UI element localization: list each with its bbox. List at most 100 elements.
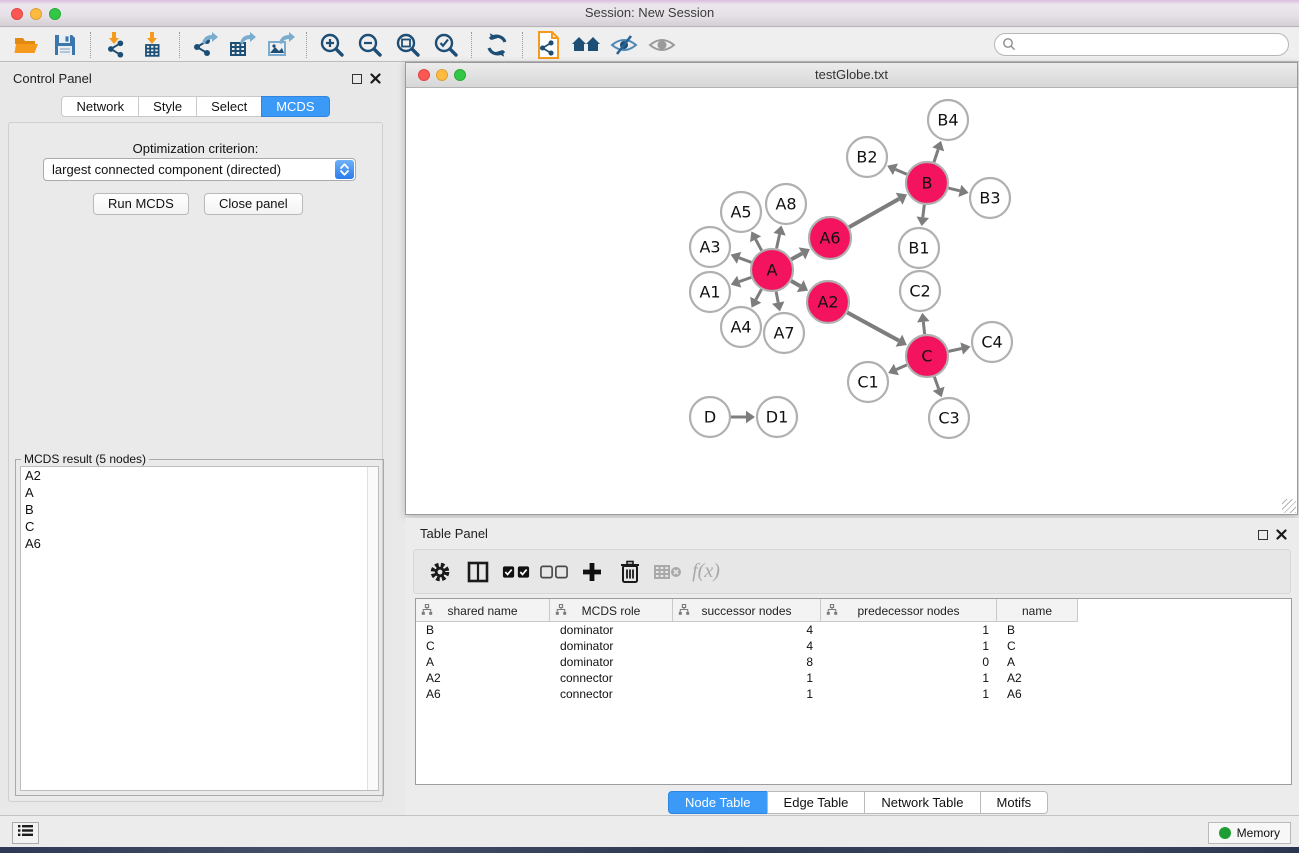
save-session-icon[interactable] bbox=[46, 30, 84, 60]
window-resize-grip[interactable] bbox=[1282, 499, 1296, 513]
select-all-rows-icon[interactable] bbox=[502, 558, 530, 586]
mcds-result-item[interactable]: A2 bbox=[21, 467, 378, 484]
float-table-panel-icon[interactable] bbox=[1258, 527, 1268, 545]
column-header-predecessor-nodes[interactable]: predecessor nodes bbox=[821, 599, 997, 622]
node-A[interactable]: A bbox=[751, 249, 793, 291]
node-D[interactable]: D bbox=[690, 397, 730, 437]
table-row[interactable]: A2connector11A2 bbox=[416, 670, 1291, 686]
edge-A-A2[interactable] bbox=[791, 280, 808, 292]
node-C3[interactable]: C3 bbox=[929, 398, 969, 438]
edge-A-A1[interactable] bbox=[731, 276, 752, 288]
network-minimize-button[interactable] bbox=[436, 69, 448, 81]
tab-network-table[interactable]: Network Table bbox=[864, 791, 979, 814]
export-image-icon[interactable] bbox=[262, 30, 300, 60]
node-C1[interactable]: C1 bbox=[848, 362, 888, 402]
memory-button[interactable]: Memory bbox=[1208, 822, 1291, 844]
minimize-window-button[interactable] bbox=[30, 8, 42, 20]
edge-B-B2[interactable] bbox=[887, 164, 907, 176]
task-history-button[interactable] bbox=[12, 822, 39, 844]
tab-node-table[interactable]: Node Table bbox=[668, 791, 767, 814]
edge-A-A8[interactable] bbox=[773, 226, 785, 249]
table-settings-gear-icon[interactable] bbox=[426, 558, 454, 586]
node-A7[interactable]: A7 bbox=[764, 313, 804, 353]
edge-A-A3[interactable] bbox=[731, 252, 752, 264]
zoom-selected-icon[interactable] bbox=[427, 30, 465, 60]
edge-C-C4[interactable] bbox=[949, 342, 971, 354]
open-folder-icon[interactable] bbox=[8, 30, 46, 60]
node-A8[interactable]: A8 bbox=[766, 184, 806, 224]
edge-A-A7[interactable] bbox=[772, 292, 784, 312]
tab-style[interactable]: Style bbox=[138, 96, 196, 117]
table-row[interactable]: A6connector11A6 bbox=[416, 686, 1291, 702]
column-header-shared-name[interactable]: shared name bbox=[416, 599, 550, 622]
float-panel-icon[interactable] bbox=[352, 71, 362, 89]
node-A6[interactable]: A6 bbox=[809, 217, 851, 259]
mcds-result-item[interactable]: A bbox=[21, 484, 378, 501]
node-B[interactable]: B bbox=[906, 162, 948, 204]
edge-A2-C[interactable] bbox=[847, 313, 906, 347]
node-A4[interactable]: A4 bbox=[721, 307, 761, 347]
edge-C-C3[interactable] bbox=[933, 377, 945, 398]
zoom-out-icon[interactable] bbox=[351, 30, 389, 60]
node-table[interactable]: shared name MCDS role successor nodes pr… bbox=[415, 598, 1292, 785]
edge-B-B4[interactable] bbox=[932, 141, 944, 162]
tab-select[interactable]: Select bbox=[196, 96, 261, 117]
edge-B-B1[interactable] bbox=[917, 205, 930, 226]
deselect-all-rows-icon[interactable] bbox=[540, 558, 568, 586]
edge-A-A6[interactable] bbox=[791, 247, 810, 259]
close-panel-button[interactable]: Close panel bbox=[204, 193, 303, 215]
node-C4[interactable]: C4 bbox=[972, 322, 1012, 362]
import-network-icon[interactable] bbox=[97, 30, 135, 60]
close-panel-icon[interactable] bbox=[370, 71, 381, 89]
mcds-result-list[interactable]: A2ABCA6 bbox=[20, 466, 379, 791]
column-header-MCDS-role[interactable]: MCDS role bbox=[550, 599, 673, 622]
edge-C-C2[interactable] bbox=[917, 313, 930, 334]
mcds-result-item[interactable]: B bbox=[21, 501, 378, 518]
node-A5[interactable]: A5 bbox=[721, 192, 761, 232]
close-window-button[interactable] bbox=[11, 8, 23, 20]
tab-edge-table[interactable]: Edge Table bbox=[767, 791, 865, 814]
node-C2[interactable]: C2 bbox=[900, 271, 940, 311]
refresh-icon[interactable] bbox=[478, 30, 516, 60]
edge-A-A5[interactable] bbox=[750, 231, 762, 250]
node-B2[interactable]: B2 bbox=[847, 137, 887, 177]
show-columns-icon[interactable] bbox=[464, 558, 492, 586]
mcds-result-item[interactable]: A6 bbox=[21, 535, 378, 552]
column-header-name[interactable]: name bbox=[997, 599, 1078, 622]
network-canvas[interactable]: B4B2BB3A8A5A6A3B1AA1C2A2A4A7C4CC1C3DD1 bbox=[407, 88, 1296, 513]
edge-D-D1[interactable] bbox=[731, 411, 755, 424]
table-row[interactable]: Cdominator41C bbox=[416, 638, 1291, 654]
tab-mcds[interactable]: MCDS bbox=[261, 96, 329, 117]
open-session-file-icon[interactable] bbox=[529, 30, 567, 60]
node-A2[interactable]: A2 bbox=[807, 281, 849, 323]
node-C[interactable]: C bbox=[906, 335, 948, 377]
network-zoom-button[interactable] bbox=[454, 69, 466, 81]
edge-C-C1[interactable] bbox=[888, 364, 907, 376]
edge-A-A4[interactable] bbox=[750, 289, 761, 307]
tab-motifs[interactable]: Motifs bbox=[980, 791, 1049, 814]
import-table-icon[interactable] bbox=[135, 30, 173, 60]
home-network-icon[interactable] bbox=[567, 30, 605, 60]
node-B1[interactable]: B1 bbox=[899, 228, 939, 268]
zoom-in-icon[interactable] bbox=[313, 30, 351, 60]
edge-A6-B[interactable] bbox=[849, 193, 907, 227]
table-row[interactable]: Adominator80A bbox=[416, 654, 1291, 670]
close-table-panel-icon[interactable] bbox=[1276, 527, 1287, 545]
mcds-list-scrollbar[interactable] bbox=[367, 467, 378, 790]
edge-B-B3[interactable] bbox=[948, 185, 968, 197]
node-D1[interactable]: D1 bbox=[757, 397, 797, 437]
search-input[interactable] bbox=[994, 33, 1289, 56]
network-close-button[interactable] bbox=[418, 69, 430, 81]
hide-selected-icon[interactable] bbox=[605, 30, 643, 60]
node-B3[interactable]: B3 bbox=[970, 178, 1010, 218]
column-header-successor-nodes[interactable]: successor nodes bbox=[673, 599, 821, 622]
run-mcds-button[interactable]: Run MCDS bbox=[93, 193, 189, 215]
delete-row-icon[interactable] bbox=[616, 558, 644, 586]
tab-network[interactable]: Network bbox=[61, 96, 138, 117]
add-row-icon[interactable] bbox=[578, 558, 606, 586]
network-window-titlebar[interactable]: testGlobe.txt bbox=[406, 63, 1297, 88]
zoom-window-button[interactable] bbox=[49, 8, 61, 20]
node-A3[interactable]: A3 bbox=[690, 227, 730, 267]
node-B4[interactable]: B4 bbox=[928, 100, 968, 140]
mcds-result-item[interactable]: C bbox=[21, 518, 378, 535]
